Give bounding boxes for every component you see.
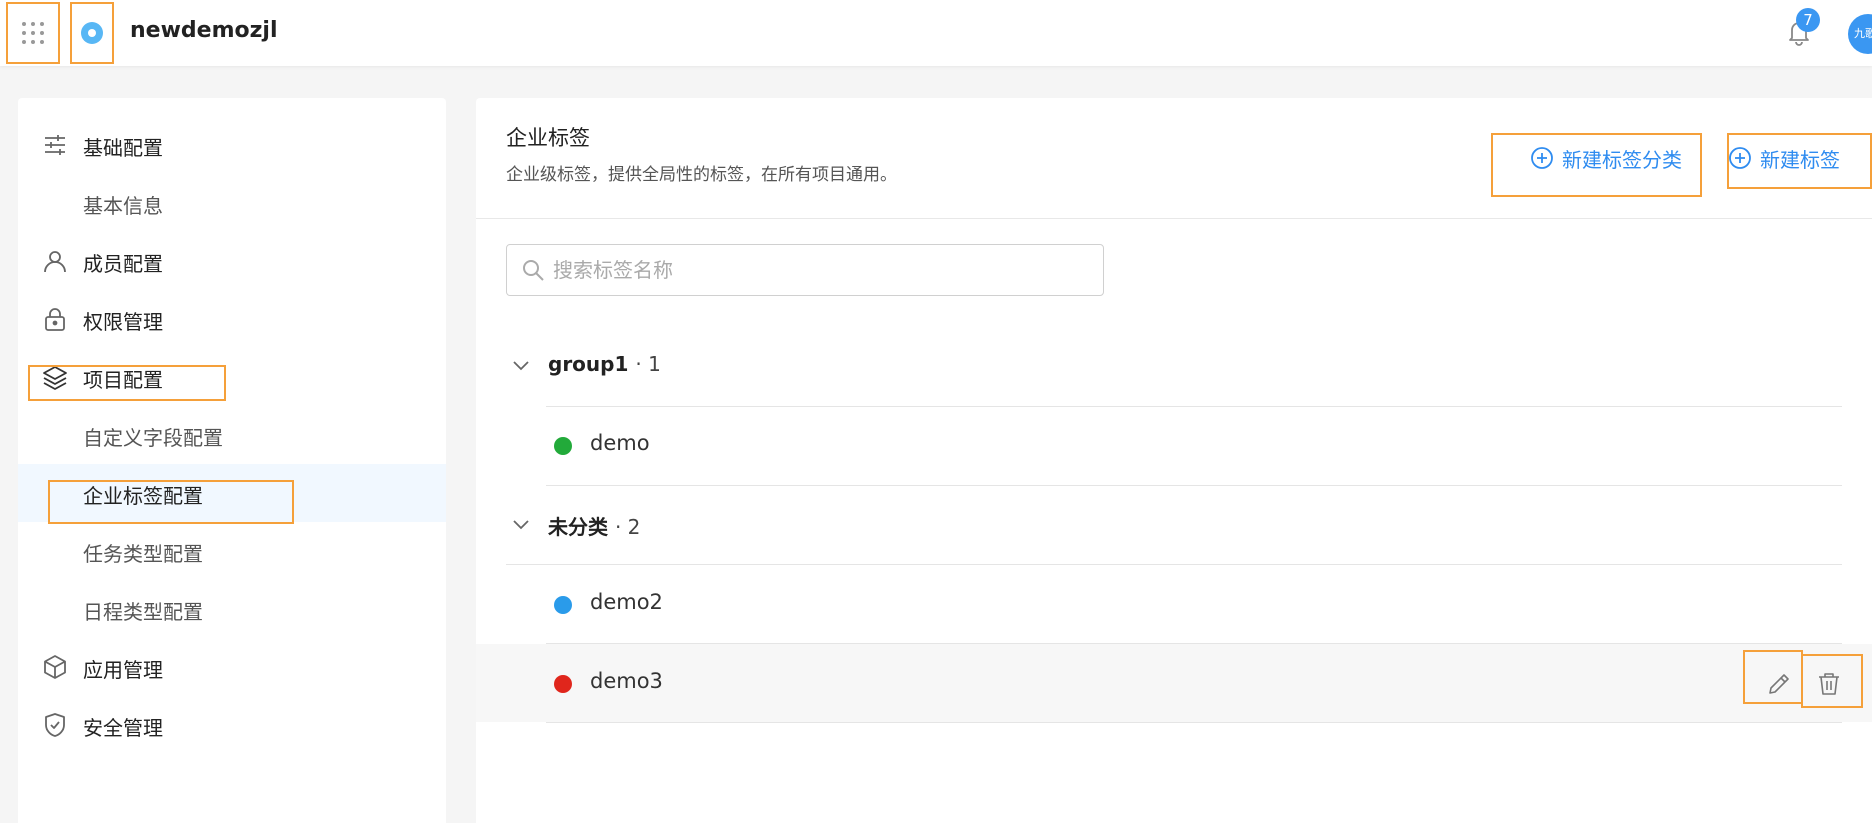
cube-icon — [42, 654, 68, 680]
user-icon — [42, 248, 68, 274]
settings-sidebar: 基础配置 基本信息 成员配置 权限管理 项目配置 自定义字段配置 企业标签配置 — [18, 98, 446, 823]
sidebar-item-label: 应用管理 — [83, 658, 163, 682]
page-title: 企业标签 — [506, 126, 590, 150]
sidebar-item-security[interactable]: 安全管理 — [18, 696, 446, 754]
group-count: · 2 — [614, 515, 641, 539]
tag-name: demo2 — [590, 590, 663, 614]
top-bar: newdemozjl 7 九歌 — [0, 0, 1872, 66]
search-icon — [523, 260, 544, 281]
tag-row[interactable]: demo2 — [476, 565, 1872, 643]
sidebar-item-label: 企业标签配置 — [83, 484, 203, 508]
layers-icon — [42, 364, 68, 390]
sidebar-item-permissions[interactable]: 权限管理 — [18, 290, 446, 348]
sidebar-item-custom-fields[interactable]: 自定义字段配置 — [18, 406, 446, 464]
org-name: newdemozjl — [130, 18, 278, 43]
main-panel: 企业标签 企业级标签，提供全局性的标签，在所有项目通用。 新建标签分类 新建标签… — [476, 98, 1872, 823]
lock-icon — [42, 306, 68, 332]
group-name: group1 · 1 — [548, 352, 661, 376]
header-divider — [476, 218, 1872, 219]
notification-badge: 7 — [1796, 8, 1820, 32]
tag-color-dot — [554, 675, 572, 693]
org-logo-button[interactable] — [70, 2, 114, 64]
sidebar-item-label: 项目配置 — [83, 368, 163, 392]
plus-circle-icon — [1729, 147, 1751, 169]
tag-search-box[interactable] — [506, 244, 1104, 296]
sidebar-item-label: 基本信息 — [83, 194, 163, 218]
shield-check-icon — [42, 712, 68, 738]
avatar[interactable]: 九歌 — [1848, 14, 1872, 54]
page-description: 企业级标签，提供全局性的标签，在所有项目通用。 — [506, 165, 897, 185]
sidebar-item-label: 权限管理 — [83, 310, 163, 334]
search-input[interactable] — [553, 258, 1073, 282]
tag-row[interactable]: demo3 — [476, 644, 1872, 722]
group-name: 未分类 · 2 — [548, 515, 641, 539]
chevron-down-icon[interactable] — [512, 358, 530, 377]
sidebar-item-project-config[interactable]: 项目配置 — [18, 348, 446, 406]
sidebar-item-member-config[interactable]: 成员配置 — [18, 232, 446, 290]
sidebar-item-task-types[interactable]: 任务类型配置 — [18, 522, 446, 580]
tag-name: demo — [590, 431, 650, 455]
group-count: · 1 — [635, 352, 661, 376]
new-tag-category-label: 新建标签分类 — [1562, 147, 1682, 172]
sidebar-item-app-management[interactable]: 应用管理 — [18, 638, 446, 696]
chevron-down-icon[interactable] — [512, 517, 530, 536]
edit-pencil-icon[interactable] — [1759, 664, 1799, 704]
sidebar-item-enterprise-tags[interactable]: 企业标签配置 — [18, 464, 446, 522]
trash-icon[interactable] — [1809, 664, 1849, 704]
sidebar-item-label: 安全管理 — [83, 716, 163, 740]
group-header-uncategorized[interactable]: 未分类 · 2 — [506, 495, 1842, 555]
sidebar-item-label: 日程类型配置 — [83, 600, 203, 624]
sidebar-item-schedule-types[interactable]: 日程类型配置 — [18, 580, 446, 638]
new-tag-category-button[interactable]: 新建标签分类 — [1530, 138, 1682, 178]
sidebar-item-label: 任务类型配置 — [83, 542, 203, 566]
sidebar-item-label: 基础配置 — [83, 136, 163, 160]
sidebar-item-basic-config[interactable]: 基础配置 — [18, 116, 446, 174]
grid-icon — [22, 22, 44, 44]
sidebar-item-label: 自定义字段配置 — [83, 426, 223, 450]
app-switcher-button[interactable] — [6, 2, 60, 64]
new-tag-label: 新建标签 — [1760, 147, 1840, 172]
sidebar-item-basic-info[interactable]: 基本信息 — [18, 174, 446, 232]
tag-color-dot — [554, 596, 572, 614]
sliders-icon — [42, 132, 68, 158]
new-tag-button[interactable]: 新建标签 — [1728, 138, 1840, 178]
logo-icon — [81, 22, 103, 44]
tag-color-dot — [554, 437, 572, 455]
tag-name: demo3 — [590, 669, 663, 693]
plus-circle-icon — [1531, 147, 1553, 169]
tag-row[interactable]: demo — [476, 406, 1872, 484]
sidebar-item-label: 成员配置 — [83, 252, 163, 276]
group-header-group1[interactable]: group1 · 1 — [506, 336, 1842, 396]
